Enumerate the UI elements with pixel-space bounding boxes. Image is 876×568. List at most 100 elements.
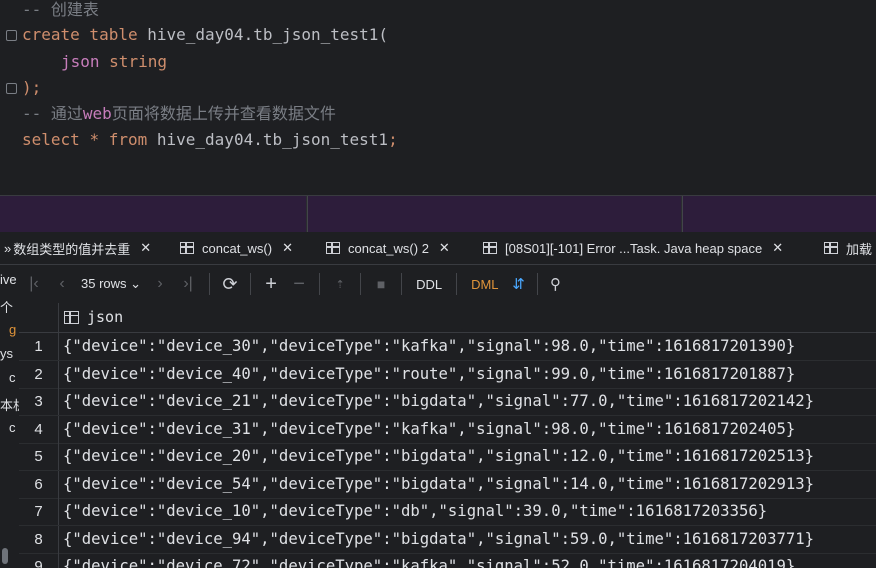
result-tabs: » 数组类型的值并去重 ✕ concat_ws() ✕ concat_ws() …	[0, 232, 876, 265]
toolbar-divider	[456, 273, 458, 295]
column-header-label: json	[87, 308, 124, 326]
close-icon[interactable]: ✕	[772, 240, 783, 256]
comment-web: web	[82, 104, 112, 123]
table-row[interactable]: 9 {"device":"device_72","deviceType":"kaf…	[19, 553, 876, 568]
side-text: c	[9, 370, 16, 385]
submit-db-icon[interactable]: ⇡	[326, 270, 354, 298]
close-icon[interactable]: ✕	[439, 240, 450, 256]
tab-concat-ws-2[interactable]: concat_ws() 2 ✕	[326, 232, 450, 264]
toolbar-divider	[401, 273, 403, 295]
side-text: 本机	[0, 398, 19, 413]
table-name: hive_day04.tb_json_test1(	[147, 25, 389, 44]
row-number[interactable]: 8	[19, 525, 59, 553]
column-type: string	[109, 52, 167, 71]
band-section	[0, 196, 306, 232]
table-row[interactable]: 3 {"device":"device_21","deviceType":"big…	[19, 388, 876, 416]
row-number[interactable]: 7	[19, 498, 59, 525]
table-row[interactable]: 4 {"device":"device_31","deviceType":"kaf…	[19, 415, 876, 444]
column-icon	[64, 310, 79, 324]
json-cell[interactable]: {"device":"device_31","deviceType":"kafk…	[63, 416, 795, 443]
band-section	[308, 196, 681, 232]
sql-editor[interactable]: -- 创建表 create table hive_day04.tb_json_t…	[0, 0, 876, 196]
json-cell[interactable]: {"device":"device_10","deviceType":"db",…	[63, 498, 767, 525]
code-line-6: select * from hive_day04.tb_json_test1;	[22, 130, 398, 150]
fold-marker-icon[interactable]	[6, 83, 17, 94]
grid-header: json	[19, 303, 876, 333]
tab-label: concat_ws()	[202, 240, 273, 256]
code-line-5: -- 通过web页面将数据上传并查看数据文件	[22, 104, 336, 124]
from-keyword: from	[108, 130, 157, 149]
row-number[interactable]: 5	[19, 443, 59, 470]
json-cell[interactable]: {"device":"device_72","deviceType":"kafk…	[63, 553, 795, 568]
next-page-icon[interactable]: ›	[147, 270, 173, 298]
table-icon	[326, 242, 340, 254]
tab-load[interactable]: 加载	[824, 232, 872, 264]
json-cell[interactable]: {"device":"device_20","deviceType":"bigd…	[63, 443, 814, 470]
tab-array-dedup[interactable]: » 数组类型的值并去重 ✕	[4, 232, 151, 264]
delete-row-icon[interactable]: −	[285, 270, 313, 298]
row-number[interactable]: 6	[19, 470, 59, 498]
ddl-button[interactable]: DDL	[408, 277, 450, 292]
table-row[interactable]: 7 {"device":"device_10","deviceType":"db"…	[19, 498, 876, 526]
compare-icon[interactable]: ⇵	[507, 270, 531, 298]
row-number[interactable]: 2	[19, 360, 59, 388]
table-row[interactable]: 5 {"device":"device_20","deviceType":"big…	[19, 443, 876, 471]
json-cell[interactable]: {"device":"device_21","deviceType":"bigd…	[63, 388, 814, 415]
refresh-icon[interactable]: ⟳	[216, 270, 244, 298]
close-paren: );	[22, 78, 42, 97]
table-icon	[824, 242, 838, 254]
first-page-icon[interactable]: |‹	[19, 270, 49, 298]
stop-icon[interactable]: ■	[367, 270, 395, 298]
row-number[interactable]: 3	[19, 388, 59, 415]
tab-concat-ws[interactable]: concat_ws() ✕	[180, 232, 293, 264]
table-icon	[483, 242, 497, 254]
code-line-3: json string	[61, 52, 167, 72]
services-band	[0, 196, 876, 232]
tab-error-heap[interactable]: [08S01][-101] Error ...Task. Java heap s…	[483, 232, 783, 264]
comment-text: 页面将数据上传并查看数据文件	[111, 104, 336, 123]
json-cell[interactable]: {"device":"device_30","deviceType":"kafk…	[63, 333, 795, 360]
rows-label: 35 rows	[81, 276, 127, 291]
side-panel: ive 个 g ys c 本机 c	[0, 265, 19, 568]
row-number[interactable]: 9	[19, 553, 59, 568]
code-line-2: create table hive_day04.tb_json_test1(	[22, 25, 388, 45]
table-row[interactable]: 1 {"device":"device_30","deviceType":"kaf…	[19, 333, 876, 361]
json-cell[interactable]: {"device":"device_40","deviceType":"rout…	[63, 361, 795, 388]
side-scrollbar[interactable]	[2, 548, 8, 564]
band-section	[683, 196, 876, 232]
prev-page-icon[interactable]: ‹	[49, 270, 75, 298]
row-number[interactable]: 4	[19, 415, 59, 443]
comment-text: -- 通过	[22, 104, 83, 123]
code-line-1: -- 创建表	[22, 0, 99, 20]
code-line-4: );	[22, 78, 41, 98]
column-header-json[interactable]: json	[64, 308, 123, 326]
add-row-icon[interactable]: +	[257, 270, 285, 298]
tab-label: 数组类型的值并去重	[13, 241, 131, 257]
comment-text: -- 创建表	[22, 0, 99, 19]
semicolon: ;	[388, 130, 398, 149]
row-number[interactable]: 1	[19, 333, 59, 360]
close-icon[interactable]: ✕	[282, 240, 293, 256]
fold-marker-icon[interactable]	[6, 30, 17, 41]
table-row[interactable]: 6 {"device":"device_54","deviceType":"big…	[19, 470, 876, 499]
table-row[interactable]: 2 {"device":"device_40","deviceType":"rou…	[19, 360, 876, 389]
create-keyword: create table	[22, 25, 148, 44]
dml-button[interactable]: DML	[463, 277, 506, 292]
side-text: ive	[0, 272, 17, 287]
star: *	[89, 130, 109, 149]
table-name: hive_day04.tb_json_test1	[156, 130, 389, 149]
tab-overflow-icon[interactable]: »	[4, 241, 11, 256]
pin-icon[interactable]: ⚲	[544, 270, 568, 298]
result-toolbar: |‹ ‹ 35 rows ⌄ › ›| ⟳ + − ⇡ ■ DDL DML ⇵ …	[19, 265, 876, 303]
json-cell[interactable]: {"device":"device_54","deviceType":"bigd…	[63, 471, 814, 498]
table-row[interactable]: 8 {"device":"device_94","deviceType":"big…	[19, 525, 876, 554]
side-text: 个	[0, 300, 14, 315]
result-grid[interactable]: json 1 {"device":"device_30","deviceType"…	[19, 303, 876, 568]
last-page-icon[interactable]: ›|	[173, 270, 203, 298]
rows-selector[interactable]: 35 rows ⌄	[75, 276, 147, 292]
side-text: c	[9, 420, 16, 435]
toolbar-divider	[536, 273, 538, 295]
close-icon[interactable]: ✕	[140, 240, 151, 256]
toolbar-divider	[209, 273, 211, 295]
json-cell[interactable]: {"device":"device_94","deviceType":"bigd…	[63, 526, 814, 553]
